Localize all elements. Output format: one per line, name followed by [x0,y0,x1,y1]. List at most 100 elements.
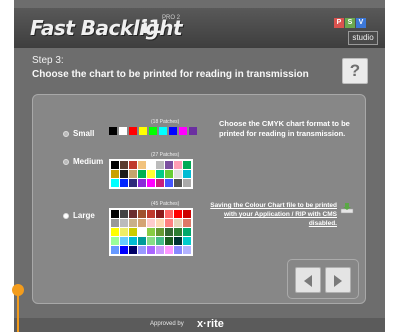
color-patch [174,210,182,218]
radio-large[interactable] [63,212,69,219]
chart-selection-panel: Small (18 Patches) Medium (27 Patches) L… [32,94,366,304]
color-patch [147,228,155,236]
logo-letter-v: V [356,18,366,28]
footer-approved-text: Approved by [150,321,184,327]
color-patch [156,170,164,178]
option-large-label: Large [73,211,95,220]
color-patch [138,237,146,245]
small-chart-preview [109,127,197,135]
color-patch [147,219,155,227]
color-patch [129,161,137,169]
option-medium-label: Medium [73,157,104,166]
color-patch [129,127,137,135]
app-header: Fast Backlight i1 PRO 2 P S V studio [14,8,385,48]
color-patch [174,246,182,254]
chevron-left-icon [304,275,312,287]
option-small[interactable]: Small [63,129,94,138]
color-patch [156,161,164,169]
large-chart-preview [109,208,193,256]
xrite-logo: x·rite [197,318,224,330]
color-patch [165,246,173,254]
chevron-right-icon [334,275,342,287]
color-patch [111,170,119,178]
color-patch [111,210,119,218]
next-button[interactable] [325,267,351,293]
progress-indicator-line [17,294,19,332]
patch-count-small: (18 Patches) [151,119,180,125]
color-patch [174,179,182,187]
color-patch [111,246,119,254]
color-patch [169,127,177,135]
color-patch [156,237,164,245]
step-instruction: Choose the chart to be printed for readi… [32,69,309,80]
color-patch [183,210,191,218]
color-patch [139,127,147,135]
color-patch [165,179,173,187]
color-patch [120,210,128,218]
color-patch [174,170,182,178]
color-patch [147,237,155,245]
color-patch [138,161,146,169]
color-patch [174,228,182,236]
help-button[interactable]: ? [342,58,368,84]
color-patch [138,219,146,227]
color-patch [120,219,128,227]
color-patch [109,127,117,135]
color-patch [165,170,173,178]
option-medium[interactable]: Medium [63,157,103,166]
medium-chart-preview [109,159,193,189]
color-patch [156,210,164,218]
color-patch [129,179,137,187]
color-patch [174,219,182,227]
color-patch [165,219,173,227]
color-patch [183,219,191,227]
color-patch [179,127,187,135]
color-patch [129,246,137,254]
radio-small[interactable] [63,130,69,137]
color-patch [120,179,128,187]
color-patch [156,228,164,236]
download-icon[interactable] [340,202,354,214]
brand-mark: i1 [142,16,162,38]
back-button[interactable] [295,267,321,293]
color-patch [138,179,146,187]
color-patch [183,237,191,245]
patch-count-medium: (27 Patches) [151,152,180,158]
color-patch [111,219,119,227]
color-patch [183,228,191,236]
color-patch [147,246,155,254]
brand-tag: PRO 2 [162,15,181,21]
color-patch [119,127,127,135]
color-patch [129,170,137,178]
save-chart-link[interactable]: Saving the Colour Chart file to be print… [207,201,337,228]
color-patch [156,179,164,187]
color-patch [183,246,191,254]
color-patch [174,161,182,169]
color-patch [165,210,173,218]
color-patch [111,237,119,245]
color-patch [189,127,197,135]
option-large[interactable]: Large [63,211,95,220]
option-small-label: Small [73,129,95,138]
color-patch [120,161,128,169]
color-patch [149,127,157,135]
color-patch [111,179,119,187]
color-patch [129,228,137,236]
color-patch [111,161,119,169]
color-patch [165,228,173,236]
color-patch [129,219,137,227]
logo-word: studio [348,31,378,45]
color-patch [120,246,128,254]
color-patch [147,210,155,218]
color-patch [183,161,191,169]
color-patch [138,170,146,178]
step-label: Step 3: [32,55,64,66]
chart-description: Choose the CMYK chart format to be print… [219,119,350,138]
footer: Approved by x·rite [14,318,385,332]
patch-count-large: (45 Patches) [151,201,180,207]
color-patch [183,170,191,178]
color-patch [174,237,182,245]
color-patch [156,219,164,227]
radio-medium[interactable] [63,158,69,165]
color-patch [159,127,167,135]
